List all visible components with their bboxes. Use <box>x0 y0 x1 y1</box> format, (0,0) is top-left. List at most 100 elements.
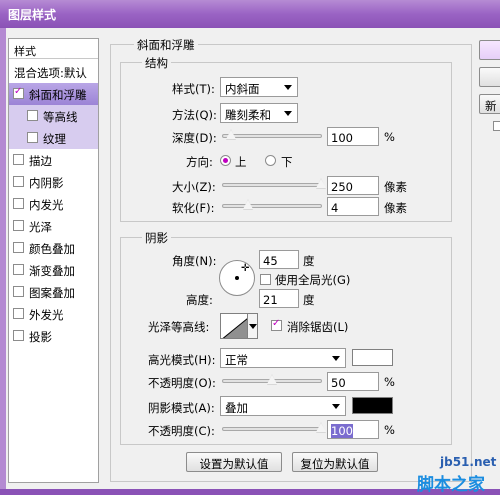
style-item-label: 斜面和浮雕 <box>29 88 87 102</box>
shadow-opacity-label: 不透明度(C): <box>148 424 215 438</box>
stroke-checkbox[interactable] <box>13 154 24 165</box>
direction-down-radio[interactable] <box>265 155 276 166</box>
soften-input[interactable]: 4 <box>327 197 379 216</box>
soften-slider[interactable] <box>222 199 322 210</box>
highlight-color-swatch[interactable] <box>352 349 393 366</box>
shadow-mode-label: 阴影模式(A): <box>148 401 215 415</box>
highlight-opacity-slider[interactable] <box>222 374 322 385</box>
direction-label: 方向: <box>186 155 213 169</box>
style-item-label: 等高线 <box>43 110 78 124</box>
highlight-mode-label: 高光模式(H): <box>148 353 216 367</box>
altitude-input[interactable]: 21 <box>259 289 299 308</box>
size-slider-thumb[interactable] <box>316 178 326 189</box>
highlight-opacity-thumb[interactable] <box>267 374 277 385</box>
blending-options-default[interactable]: 混合选项:默认 <box>9 61 98 83</box>
style-label: 样式(T): <box>172 82 215 96</box>
technique-value: 雕刻柔和 <box>225 108 271 122</box>
angle-input[interactable]: 45 <box>259 250 299 269</box>
inner-glow-checkbox[interactable] <box>13 198 24 209</box>
style-item-satin[interactable]: 光泽 <box>9 215 98 237</box>
depth-slider[interactable] <box>222 129 322 140</box>
drop-shadow-checkbox[interactable] <box>13 330 24 341</box>
reset-default-button[interactable]: 复位为默认值 <box>292 452 378 472</box>
cancel-button-partial[interactable] <box>479 67 500 87</box>
global-light-checkbox[interactable] <box>260 274 271 285</box>
style-item-stroke[interactable]: 描边 <box>9 149 98 171</box>
depth-label: 深度(D): <box>172 131 217 145</box>
chevron-down-icon <box>332 356 340 361</box>
style-item-pattern-overlay[interactable]: 图案叠加 <box>9 281 98 303</box>
chevron-down-icon <box>284 111 292 116</box>
outer-glow-checkbox[interactable] <box>13 308 24 319</box>
color-overlay-checkbox[interactable] <box>13 242 24 253</box>
size-input[interactable]: 250 <box>327 176 379 195</box>
highlight-mode-select[interactable]: 正常 <box>220 348 346 368</box>
soften-slider-thumb[interactable] <box>242 199 253 210</box>
styles-header[interactable]: 样式 <box>9 39 98 59</box>
style-item-label: 外发光 <box>29 308 64 322</box>
shadow-color-swatch[interactable] <box>352 397 393 414</box>
style-item-label: 纹理 <box>43 132 66 146</box>
shadow-mode-value: 叠加 <box>225 401 248 415</box>
shadow-opacity-input[interactable]: 100 <box>327 420 379 439</box>
style-item-gradient-overlay[interactable]: 渐变叠加 <box>9 259 98 281</box>
technique-select[interactable]: 雕刻柔和 <box>220 103 298 123</box>
size-label: 大小(Z): <box>172 180 216 194</box>
texture-checkbox[interactable] <box>27 132 38 143</box>
highlight-opacity-input[interactable]: 50 <box>327 372 379 391</box>
direction-up-label: 上 <box>235 155 247 169</box>
style-item-bevel[interactable]: 斜面和浮雕 <box>9 83 98 105</box>
technique-label: 方法(Q): <box>172 108 217 122</box>
altitude-label: 高度: <box>186 293 213 307</box>
style-item-contour[interactable]: 等高线 <box>9 105 98 127</box>
contour-dropdown-button[interactable] <box>247 313 258 339</box>
angle-dial[interactable]: ✛ <box>219 260 255 296</box>
preview-checkbox-partial[interactable] <box>493 121 500 131</box>
satin-checkbox[interactable] <box>13 220 24 231</box>
shading-title: 阴影 <box>142 230 171 246</box>
styles-list: 样式 混合选项:默认 斜面和浮雕 等高线 纹理 描边 内阴影 内发光 光泽 颜色… <box>8 38 99 483</box>
style-item-texture[interactable]: 纹理 <box>9 127 98 149</box>
gradient-overlay-checkbox[interactable] <box>13 264 24 275</box>
style-item-inner-shadow[interactable]: 内阴影 <box>9 171 98 193</box>
ok-button-partial[interactable] <box>479 40 500 60</box>
style-item-label: 颜色叠加 <box>29 242 75 256</box>
depth-input[interactable]: 100 <box>327 127 379 146</box>
style-item-inner-glow[interactable]: 内发光 <box>9 193 98 215</box>
size-slider[interactable] <box>222 178 326 189</box>
shadow-mode-select[interactable]: 叠加 <box>220 396 346 416</box>
style-item-label: 投影 <box>29 330 52 344</box>
title-bar[interactable]: 图层样式 <box>0 0 500 28</box>
highlight-opacity-unit: % <box>384 375 395 389</box>
new-style-label: 新 <box>485 99 497 113</box>
style-item-outer-glow[interactable]: 外发光 <box>9 303 98 325</box>
altitude-unit: 度 <box>303 293 315 307</box>
watermark-url: jb51.net <box>440 455 497 469</box>
blending-options-label: 混合选项:默认 <box>14 66 87 80</box>
style-item-color-overlay[interactable]: 颜色叠加 <box>9 237 98 259</box>
window-title: 图层样式 <box>8 8 57 22</box>
depth-slider-thumb[interactable] <box>225 129 236 140</box>
shadow-opacity-thumb[interactable] <box>316 422 326 433</box>
shadow-opacity-slider[interactable] <box>222 422 326 433</box>
direction-up-radio[interactable] <box>220 155 231 166</box>
inner-shadow-checkbox[interactable] <box>13 176 24 187</box>
style-item-drop-shadow[interactable]: 投影 <box>9 325 98 347</box>
shadow-opacity-unit: % <box>384 423 395 437</box>
pattern-overlay-checkbox[interactable] <box>13 286 24 297</box>
bevel-checkbox[interactable] <box>13 86 24 99</box>
watermark-site: 脚本之家 <box>417 475 485 495</box>
style-item-label: 图案叠加 <box>29 286 75 300</box>
bevel-style-select[interactable]: 内斜面 <box>220 77 298 97</box>
contour-checkbox[interactable] <box>27 110 38 121</box>
new-style-button-partial[interactable]: 新 <box>479 94 500 114</box>
make-default-button[interactable]: 设置为默认值 <box>186 452 282 472</box>
bevel-style-value: 内斜面 <box>225 82 260 96</box>
highlight-mode-value: 正常 <box>225 353 248 367</box>
style-item-label: 内阴影 <box>29 176 64 190</box>
angle-dial-center <box>235 276 239 280</box>
antialias-checkbox[interactable] <box>271 318 282 331</box>
global-light-label: 使用全局光(G) <box>275 273 351 287</box>
chevron-down-icon <box>249 324 257 329</box>
antialias-label: 消除锯齿(L) <box>287 320 349 334</box>
